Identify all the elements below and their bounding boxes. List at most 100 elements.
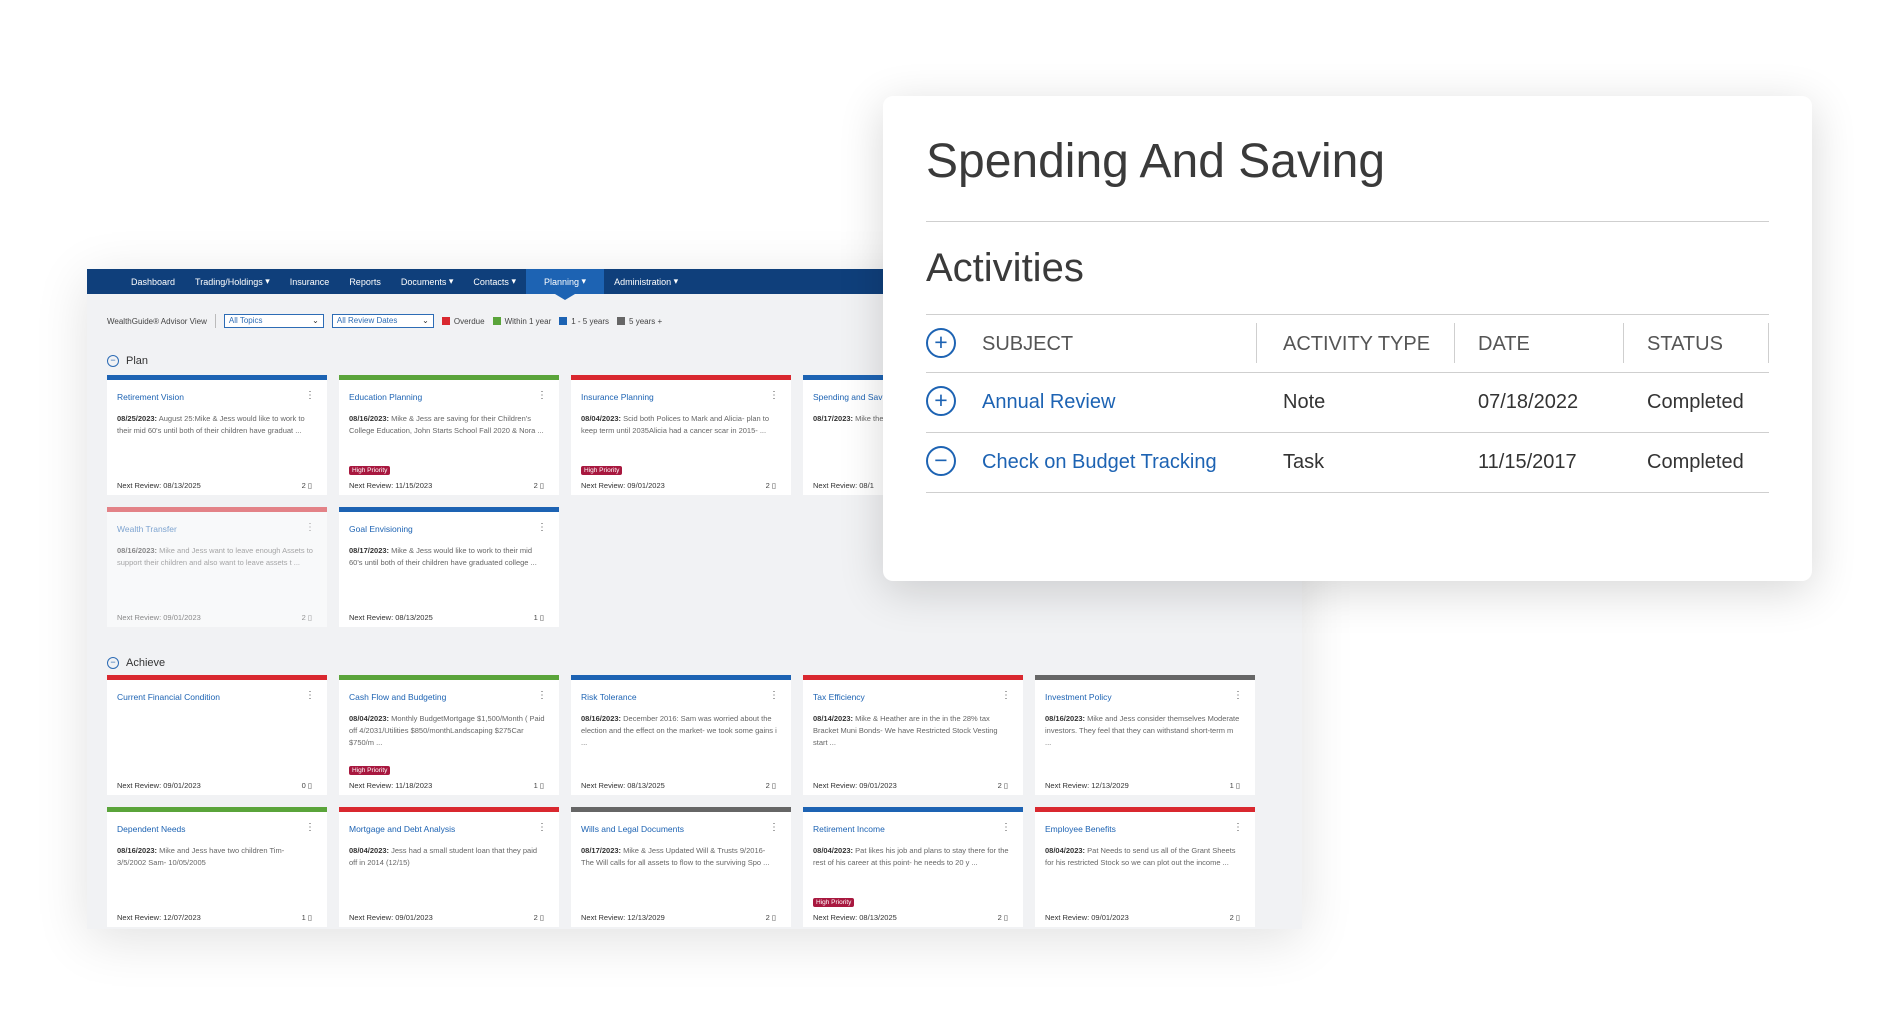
column-header-status[interactable]: STATUS (1647, 333, 1723, 356)
priority-badge: High Priority (349, 766, 391, 775)
note-date: 08/04/2023: (581, 414, 622, 423)
card-title-link[interactable]: Spending and Sav (813, 392, 882, 402)
card-title-link[interactable]: Current Financial Condition (117, 692, 220, 702)
goal-card[interactable]: Education Planning ⋮ 08/16/2023: Mike & Je… (339, 375, 559, 495)
more-options-icon[interactable]: ⋮ (1001, 690, 1011, 701)
more-options-icon[interactable]: ⋮ (537, 390, 547, 401)
more-options-icon[interactable]: ⋮ (769, 690, 779, 701)
card-title-link[interactable]: Mortgage and Debt Analysis (349, 824, 455, 834)
goal-card[interactable]: Insurance Planning ⋮ 08/04/2023: Scid both… (571, 375, 791, 495)
goal-card[interactable]: Mortgage and Debt Analysis ⋮ 08/04/2023: J… (339, 807, 559, 927)
nav-documents[interactable]: Documents ▾ (391, 269, 464, 294)
more-options-icon[interactable]: ⋮ (305, 390, 315, 401)
document-count[interactable]: 1 ▯ (534, 613, 544, 622)
card-title-link[interactable]: Insurance Planning (581, 392, 654, 402)
document-count[interactable]: 2 ▯ (302, 613, 312, 622)
nav-contacts[interactable]: Contacts ▾ (463, 269, 526, 294)
card-title-link[interactable]: Retirement Income (813, 824, 885, 834)
review-dates-select[interactable]: All Review Dates ⌄ (331, 314, 434, 328)
more-options-icon[interactable]: ⋮ (769, 822, 779, 833)
document-count[interactable]: 2 ▯ (766, 481, 776, 490)
goal-card[interactable]: Employee Benefits ⋮ 08/04/2023: Pat Needs … (1035, 807, 1255, 927)
nav-trading-holdings[interactable]: Trading/Holdings ▾ (185, 269, 280, 294)
goal-card[interactable]: Dependent Needs ⋮ 08/16/2023: Mike and Jes… (107, 807, 327, 927)
more-options-icon[interactable]: ⋮ (537, 690, 547, 701)
more-options-icon[interactable]: ⋮ (305, 822, 315, 833)
note-date: 08/04/2023: (349, 846, 390, 855)
next-review: Next Review: 09/01/2023 (117, 781, 201, 790)
document-count[interactable]: 2 ▯ (766, 781, 776, 790)
document-count[interactable]: 2 ▯ (998, 913, 1008, 922)
document-count[interactable]: 2 ▯ (534, 913, 544, 922)
column-header-subject[interactable]: SUBJECT (982, 333, 1073, 356)
goal-card[interactable]: Current Financial Condition ⋮ Next Review… (107, 675, 327, 795)
goal-card[interactable]: Wills and Legal Documents ⋮ 08/17/2023: Mi… (571, 807, 791, 927)
card-note: 08/16/2023: Mike and Jess have two child… (117, 845, 313, 869)
card-note: 08/04/2023: Pat Needs to send us all of … (1045, 845, 1241, 869)
collapse-icon[interactable]: − (926, 446, 956, 476)
more-options-icon[interactable]: ⋮ (1233, 690, 1243, 701)
column-header-date[interactable]: DATE (1478, 333, 1530, 356)
next-review: Next Review: 12/13/2029 (581, 913, 665, 922)
column-header-activity-type[interactable]: ACTIVITY TYPE (1283, 333, 1430, 356)
card-title-link[interactable]: Investment Policy (1045, 692, 1112, 702)
card-title-link[interactable]: Goal Envisioning (349, 524, 413, 534)
document-icon: ▯ (769, 913, 776, 922)
goal-card[interactable]: Retirement Vision ⋮ 08/25/2023: August 25:… (107, 375, 327, 495)
document-count[interactable]: 1 ▯ (302, 913, 312, 922)
review-dates-select-value: All Review Dates (336, 316, 398, 325)
card-title-link[interactable]: Tax Efficiency (813, 692, 865, 702)
goal-card[interactable]: Cash Flow and Budgeting ⋮ 08/04/2023: Mont… (339, 675, 559, 795)
card-title-link[interactable]: Wills and Legal Documents (581, 824, 684, 834)
goal-card[interactable]: Retirement Income ⋮ 08/04/2023: Pat likes … (803, 807, 1023, 927)
document-count[interactable]: 0 ▯ (302, 781, 312, 790)
nav-reports[interactable]: Reports (339, 269, 391, 294)
achieve-section-header[interactable]: − Achieve (107, 657, 165, 669)
more-options-icon[interactable]: ⋮ (305, 522, 315, 533)
goal-card[interactable]: Investment Policy ⋮ 08/16/2023: Mike and J… (1035, 675, 1255, 795)
card-title-link[interactable]: Employee Benefits (1045, 824, 1116, 834)
more-options-icon[interactable]: ⋮ (537, 822, 547, 833)
more-options-icon[interactable]: ⋮ (1001, 822, 1011, 833)
table-row: − Check on Budget Tracking Task 11/15/20… (926, 432, 1769, 493)
topics-select[interactable]: All Topics ⌄ (223, 314, 324, 328)
more-options-icon[interactable]: ⋮ (769, 390, 779, 401)
nav-label: Reports (349, 276, 381, 287)
expand-icon[interactable]: + (926, 386, 956, 416)
document-count[interactable]: 2 ▯ (766, 913, 776, 922)
document-count[interactable]: 2 ▯ (1230, 913, 1240, 922)
add-activity-button[interactable]: + (926, 328, 956, 358)
card-title-link[interactable]: Education Planning (349, 392, 422, 402)
more-options-icon[interactable]: ⋮ (537, 522, 547, 533)
goal-card[interactable]: Tax Efficiency ⋮ 08/14/2023: Mike & Heathe… (803, 675, 1023, 795)
document-count[interactable]: 2 ▯ (998, 781, 1008, 790)
document-count[interactable]: 2 ▯ (534, 481, 544, 490)
activity-subject-link[interactable]: Check on Budget Tracking (982, 451, 1217, 474)
document-count[interactable]: 2 ▯ (302, 481, 312, 490)
document-icon: ▯ (305, 481, 312, 490)
goal-card[interactable]: Risk Tolerance ⋮ 08/16/2023: December 2016… (571, 675, 791, 795)
nav-dashboard[interactable]: Dashboard (121, 269, 185, 294)
card-title-link[interactable]: Cash Flow and Budgeting (349, 692, 446, 702)
next-review: Next Review: 11/18/2023 (349, 781, 433, 790)
document-count[interactable]: 1 ▯ (1230, 781, 1240, 790)
more-options-icon[interactable]: ⋮ (1233, 822, 1243, 833)
nav-administration[interactable]: Administration ▾ (604, 269, 688, 294)
card-title-link[interactable]: Retirement Vision (117, 392, 184, 402)
activity-status: Completed (1647, 451, 1744, 473)
note-date: 08/17/2023: (581, 846, 622, 855)
plan-section-header[interactable]: − Plan (107, 355, 148, 367)
next-review: Next Review: 09/01/2023 (349, 913, 433, 922)
goal-card[interactable]: Goal Envisioning ⋮ 08/17/2023: Mike & Jess… (339, 507, 559, 627)
chevron-down-icon: ⌄ (422, 316, 429, 325)
activity-date: 11/15/2017 (1478, 451, 1577, 473)
card-title-link[interactable]: Dependent Needs (117, 824, 186, 834)
document-count[interactable]: 1 ▯ (534, 781, 544, 790)
nav-insurance[interactable]: Insurance (280, 269, 340, 294)
nav-planning[interactable]: Planning ▾ (525, 269, 605, 300)
card-title-link[interactable]: Wealth Transfer (117, 524, 177, 534)
activity-subject-link[interactable]: Annual Review (982, 391, 1115, 414)
more-options-icon[interactable]: ⋮ (305, 690, 315, 701)
goal-card[interactable]: Wealth Transfer ⋮ 08/16/2023: Mike and Jes… (107, 507, 327, 627)
card-title-link[interactable]: Risk Tolerance (581, 692, 637, 702)
